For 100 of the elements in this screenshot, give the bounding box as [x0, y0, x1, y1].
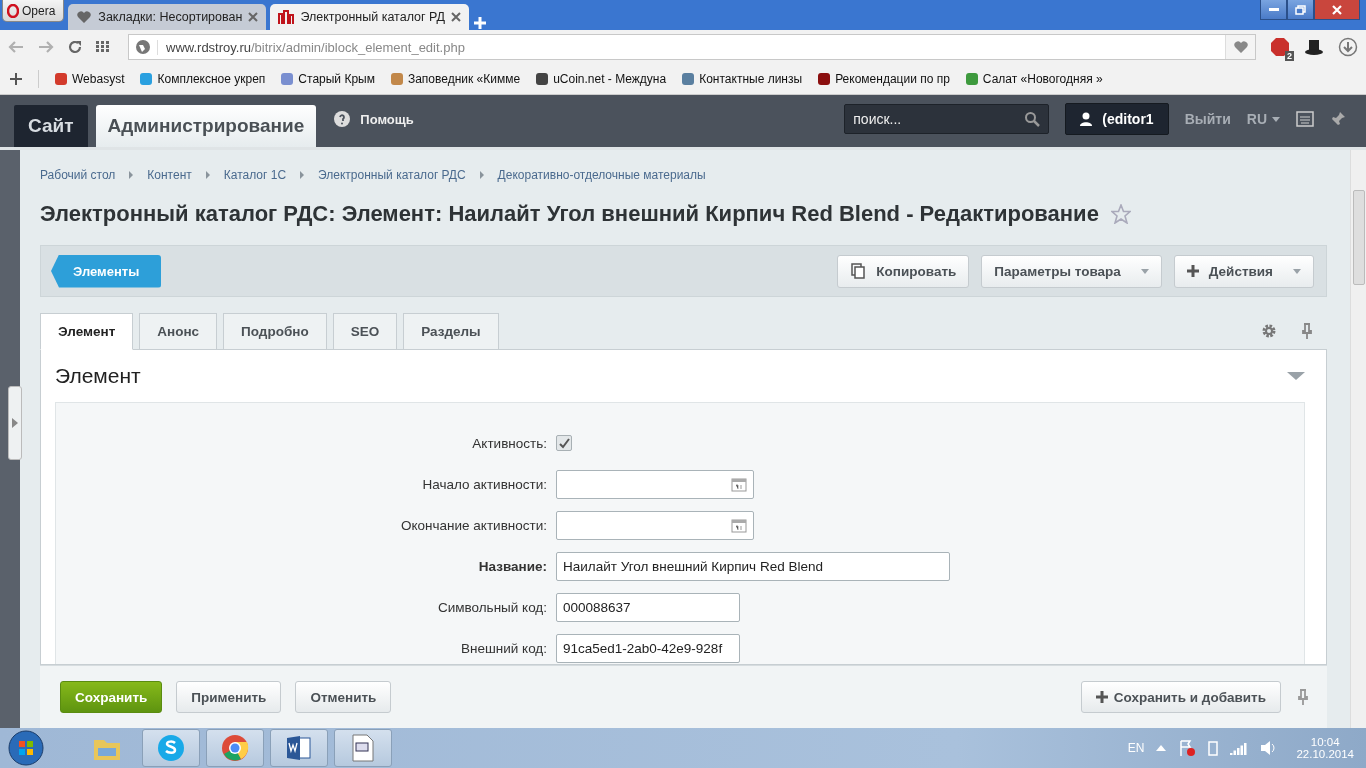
speed-dial-icon: [96, 41, 110, 53]
copy-icon: [850, 263, 867, 279]
toolbar-button[interactable]: Параметры товара: [981, 254, 1162, 288]
panel-handle[interactable]: [8, 386, 22, 460]
search-field[interactable]: поиск...: [844, 104, 1050, 134]
field-label: Начало активности:: [421, 475, 548, 494]
breadcrumb-link[interactable]: Электронный каталог РДС: [318, 168, 466, 182]
checkbox[interactable]: [556, 435, 572, 451]
admin-tab[interactable]: Администрирование: [95, 105, 317, 147]
breadcrumb-separator-icon: [479, 171, 484, 179]
arrow-right-icon: [12, 418, 18, 428]
plus-icon: [1186, 265, 1199, 277]
section-title: Элемент: [55, 364, 141, 388]
footer-button[interactable]: Применить: [176, 681, 282, 713]
chrome-icon: [220, 733, 250, 763]
form-tab[interactable]: Разделы: [403, 313, 499, 349]
clock-date: 22.10.2014: [1296, 748, 1354, 760]
star-icon: [1110, 204, 1131, 224]
bookmark-link[interactable]: Контактные линзы: [682, 72, 803, 86]
checkmark-icon: [558, 437, 570, 449]
minimize-icon: [1268, 8, 1279, 11]
form-tab[interactable]: SEO: [332, 313, 398, 349]
input-field[interactable]: 000088637: [556, 592, 740, 622]
word-icon: [284, 733, 314, 763]
signal-icon: [1230, 741, 1249, 755]
skype-icon: [156, 733, 186, 763]
maximize-button[interactable]: [1287, 0, 1314, 20]
hat-icon: [1304, 38, 1324, 56]
back-icon: [8, 41, 24, 53]
date-field[interactable]: [556, 510, 754, 540]
bookmark-link[interactable]: Заповедник «Кимме: [390, 72, 521, 86]
bookmark-link[interactable]: Комплексное укреп: [140, 72, 266, 86]
add-icon: [10, 73, 22, 85]
start-orb-icon: [6, 729, 46, 767]
input-field[interactable]: Наилайт Угол внешний Кирпич Red Blend: [556, 551, 950, 581]
breadcrumb-link[interactable]: Рабочий стол: [40, 168, 116, 182]
input-field[interactable]: 91ca5ed1-2ab0-42e9-928f: [556, 633, 740, 663]
scrollbar[interactable]: [1350, 150, 1366, 728]
logout-link[interactable]: Выйти: [1184, 111, 1231, 127]
heart-icon: [76, 9, 93, 25]
pin-icon: [1295, 689, 1311, 705]
date-field[interactable]: [556, 469, 754, 499]
site-tab[interactable]: Сайт: [14, 105, 88, 147]
help-icon: [334, 111, 351, 127]
field-label: Символьный код:: [436, 598, 548, 617]
pin-icon: [1299, 323, 1315, 339]
download-icon: [1338, 37, 1358, 57]
reload-icon: [68, 40, 82, 54]
address-field[interactable]: www.rdstroy.ru/bitrix/admin/iblock_element_edit.php: [128, 34, 1256, 60]
toolbar-button[interactable]: Копировать: [837, 254, 970, 288]
breadcrumb-link[interactable]: Контент: [147, 168, 192, 182]
breadcrumb-link[interactable]: Каталог 1С: [223, 168, 287, 182]
language-selector[interactable]: RU: [1246, 111, 1280, 127]
footer-button[interactable]: Сохранить и добавить: [1080, 681, 1281, 713]
bookmark-link[interactable]: Старый Крым: [281, 72, 375, 86]
opera-menu-button[interactable]: Opera: [2, 0, 65, 22]
caret-icon: [1293, 268, 1301, 274]
opera-logo-icon: [7, 3, 19, 18]
document-icon: [350, 733, 376, 763]
close-button[interactable]: [1314, 0, 1360, 20]
plus-icon: [473, 16, 488, 30]
adblock-icon: [1270, 37, 1290, 57]
footer-button[interactable]: Отменить: [295, 681, 392, 713]
breadcrumb-link[interactable]: Декоративно-отделочные материалы: [497, 168, 706, 182]
field-label: Окончание активности:: [400, 516, 548, 535]
field-label: Внешний код:: [460, 639, 548, 658]
bookmark-link[interactable]: Webasyst: [55, 72, 125, 86]
taskbar-app[interactable]: [270, 729, 328, 767]
search-icon: [1024, 111, 1041, 127]
form-tab[interactable]: Подробно: [223, 313, 327, 349]
close-icon: [1332, 4, 1342, 15]
field-label: Активность:: [471, 434, 548, 453]
collapse-arrow-icon[interactable]: [1287, 372, 1305, 380]
taskbar-app[interactable]: [206, 729, 264, 767]
close-icon: [451, 12, 462, 22]
browser-tab[interactable]: Закладки: Несортирован: [68, 4, 267, 30]
flag-icon: [1178, 739, 1197, 757]
badge: 2: [1285, 51, 1294, 61]
page-title: Электронный каталог РДС: Элемент: Наилайт Угол внешний Кирпич Red Blend - Редактирование: [40, 201, 1099, 227]
building-icon: [278, 9, 295, 25]
plus-icon: [1095, 691, 1108, 703]
bookmark-link[interactable]: uCoin.net - Междуна: [536, 72, 667, 86]
calendar-icon: [731, 476, 747, 492]
toolbar-button[interactable]: Действия: [1173, 254, 1314, 288]
form-tab[interactable]: Элемент: [40, 313, 134, 350]
heart-icon: [1232, 39, 1249, 55]
globe-icon: [135, 39, 151, 55]
bookmark-link[interactable]: Салат «Новогодняя »: [965, 72, 1103, 86]
user-button[interactable]: (editor1: [1065, 103, 1169, 135]
clock-time: 10:04: [1310, 736, 1340, 748]
help-link[interactable]: Помощь: [334, 111, 414, 127]
caret-icon: [1140, 268, 1149, 274]
settings-icon: [1261, 323, 1277, 339]
restore-icon: [1295, 4, 1306, 15]
bookmark-link[interactable]: Рекомендации по пр: [818, 72, 950, 86]
pin-icon: [1330, 111, 1346, 127]
minimize-button[interactable]: [1260, 0, 1287, 20]
forward-icon: [38, 41, 54, 53]
browser-tab[interactable]: Электронный каталог РД: [270, 4, 470, 30]
form-tab[interactable]: Анонс: [139, 313, 218, 349]
